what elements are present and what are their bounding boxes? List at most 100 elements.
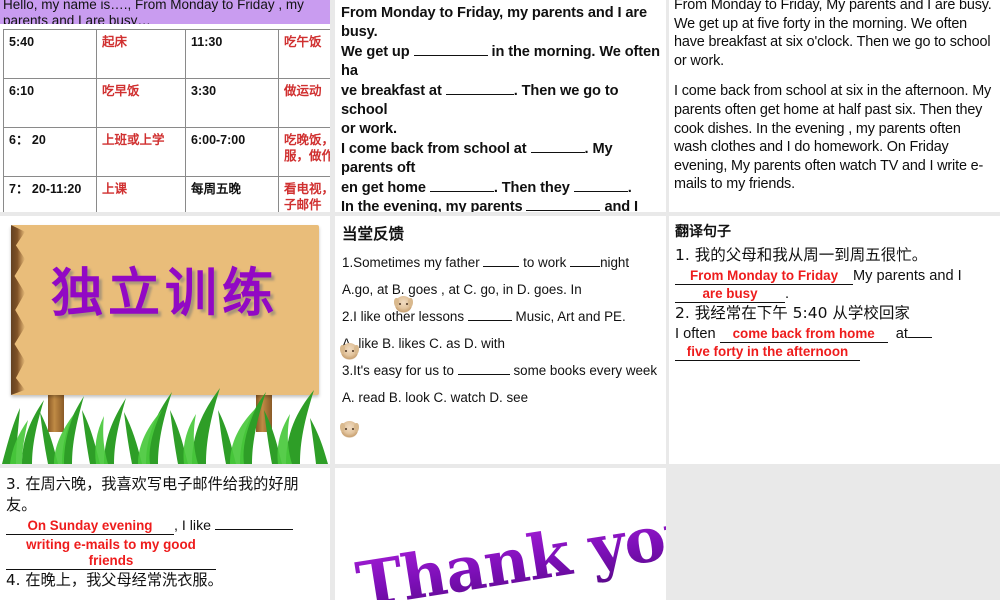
cell-time-1: 6： 20 bbox=[3, 127, 97, 177]
full-text-body: From Monday to Friday, My parents and I … bbox=[669, 0, 1000, 194]
question-stem: to work bbox=[523, 255, 567, 270]
slide-translate-sentences-2[interactable]: 3. 在周六晚，我喜欢写电子邮件给我的好朋友。 On Sunday evenin… bbox=[0, 468, 330, 600]
question-stem: 1.Sometimes my father bbox=[342, 255, 480, 270]
text-fragment: . bbox=[785, 286, 790, 302]
text-fragment: I come back from school at bbox=[341, 140, 527, 157]
answer-line-6: writing e-mails to my good friends bbox=[6, 537, 324, 570]
cell-activity-1: 上课 bbox=[96, 176, 186, 212]
wood-sign-illustration: 独立训练 bbox=[0, 216, 330, 464]
translate-heading: 翻译句子 bbox=[675, 224, 731, 240]
table-row: 6:10 吃早饭 3:30 做运动 bbox=[3, 78, 330, 128]
text-fragment: en get home bbox=[341, 179, 426, 196]
text-fragment: . bbox=[627, 179, 632, 196]
cell-time-2: 11:30 bbox=[185, 29, 279, 79]
slide-fill-in-blanks[interactable]: From Monday to Friday, my parents and I … bbox=[335, 0, 666, 212]
cell-activity-2: 做运动 bbox=[278, 78, 330, 128]
answer-line-1: From Monday to Friday My parents and I bbox=[675, 267, 995, 285]
answer-line-5: On Sunday evening, I like bbox=[6, 518, 324, 535]
question-1: 1.Sometimes my father to work night bbox=[342, 254, 660, 272]
question-3: 3.It's easy for us to some books every w… bbox=[342, 362, 660, 380]
feedback-heading: 当堂反馈 bbox=[342, 225, 405, 243]
translate-body-2: 3. 在周六晚，我喜欢写电子邮件给我的好朋友。 On Sunday evenin… bbox=[0, 468, 330, 591]
table-row: 5:40 起床 11:30 吃午饭 bbox=[3, 29, 330, 79]
blank-line[interactable] bbox=[483, 266, 520, 267]
paragraph-2: I come back from school at six in the af… bbox=[674, 83, 992, 193]
answer-blank[interactable]: writing e-mails to my good friends bbox=[6, 537, 216, 570]
sign-title: 独立训练 bbox=[50, 263, 279, 324]
blank-line[interactable] bbox=[573, 190, 628, 192]
slide-class-feedback[interactable]: 当堂反馈 1.Sometimes my father to work night… bbox=[335, 216, 666, 464]
answer-blank[interactable]: come back from home bbox=[719, 325, 888, 343]
slide-empty-placeholder bbox=[669, 468, 1000, 600]
question-2: 2.I like other lessons Music, Art and PE… bbox=[342, 308, 660, 326]
text-fragment: In the evening, my parents bbox=[341, 199, 523, 212]
grass-icon bbox=[2, 388, 328, 464]
fill-in-paragraph: From Monday to Friday, my parents and I … bbox=[335, 0, 666, 212]
text-fragment: and I bbox=[604, 199, 638, 212]
text-fragment: My parents and I bbox=[853, 268, 962, 284]
text-fragment: at bbox=[895, 326, 908, 342]
paragraph-1: From Monday to Friday, My parents and I … bbox=[674, 0, 992, 69]
blank-line[interactable] bbox=[530, 151, 585, 153]
question-stem: Music, Art and PE. bbox=[515, 309, 626, 324]
options-1: A.go, at B. goes , at C. go, in D. goes.… bbox=[342, 282, 582, 297]
options-3: A. read B. look C. watch D. see bbox=[342, 390, 529, 405]
cell-time-2: 每周五晚 bbox=[185, 176, 279, 212]
question-stem: some books every week bbox=[513, 363, 658, 378]
options-2: A. like B. likes C. as D. with bbox=[342, 336, 505, 351]
slide-greeting[interactable]: Hello, my name is…., From Monday to Frid… bbox=[0, 0, 330, 212]
grass-decoration bbox=[0, 382, 330, 464]
slide-full-text[interactable]: From Monday to Friday, My parents and I … bbox=[669, 0, 1000, 212]
fill-line-1: From Monday to Friday, my parents and I … bbox=[341, 5, 648, 41]
text-fragment: , I like bbox=[174, 518, 212, 534]
greeting-banner: Hello, my name is…., From Monday to Frid… bbox=[0, 0, 330, 24]
blank-line[interactable] bbox=[215, 529, 294, 530]
answer-blank[interactable]: are busy bbox=[675, 285, 785, 303]
chinese-sentence-2: 2. 我经常在下午 5:40 从学校回家 bbox=[675, 304, 910, 322]
text-fragment: . Then they bbox=[493, 179, 570, 196]
cell-time-1: 7： 20-11:20 bbox=[3, 176, 97, 212]
answer-line-3: I often come back from home at bbox=[675, 325, 995, 343]
answer-line-4: five forty in the afternoon bbox=[675, 343, 995, 361]
blank-line[interactable] bbox=[413, 54, 488, 56]
chinese-sentence-4: 4. 在晚上，我父母经常洗衣服。 bbox=[6, 571, 223, 589]
puppy-icon bbox=[340, 421, 359, 438]
slide-independent-practice[interactable]: 独立训练 bbox=[0, 216, 330, 464]
blank-line[interactable] bbox=[570, 266, 601, 267]
cell-activity-2: 吃午饭 bbox=[278, 29, 330, 79]
text-fragment: ve breakfast at bbox=[341, 82, 442, 99]
answer-blank[interactable]: On Sunday evening bbox=[6, 518, 174, 535]
blank-line[interactable] bbox=[457, 374, 510, 375]
chinese-sentence-3: 3. 在周六晚，我喜欢写电子邮件给我的好朋友。 bbox=[6, 475, 299, 514]
cell-activity-2: 吃晚饭，洗衣服，做作业 bbox=[278, 127, 330, 177]
question-stem: 2.I like other lessons bbox=[342, 309, 465, 324]
daily-routine-table: 5:40 起床 11:30 吃午饭 6:10 吃早饭 3:30 做运动 6： 2… bbox=[3, 29, 330, 212]
blank-line[interactable] bbox=[526, 210, 601, 212]
fill-line-3: ve breakfast at . Then we go to school bbox=[341, 82, 660, 121]
slide-thumbnail-grid: Hello, my name is…., From Monday to Frid… bbox=[0, 0, 1000, 600]
blank-line[interactable] bbox=[907, 337, 932, 338]
answer-line-2: are busy. bbox=[675, 285, 995, 303]
chinese-sentence-1: 1. 我的父母和我从周一到周五很忙。 bbox=[675, 246, 928, 264]
fill-line-5: I come back from school at . My parents … bbox=[341, 140, 660, 179]
slide-translate-sentences-1[interactable]: 翻译句子 1. 我的父母和我从周一到周五很忙。 From Monday to F… bbox=[669, 216, 1000, 464]
thank-you-text: Thank you! bbox=[352, 490, 666, 600]
cell-time-2: 3:30 bbox=[185, 78, 279, 128]
answer-blank[interactable]: From Monday to Friday bbox=[675, 267, 853, 285]
blank-line[interactable] bbox=[445, 93, 514, 95]
cell-time-2: 6:00-7:00 bbox=[185, 127, 279, 177]
fill-line-4: or work. bbox=[341, 121, 397, 138]
blank-line[interactable] bbox=[429, 190, 494, 192]
text-fragment: I often bbox=[675, 326, 716, 342]
slide-thank-you[interactable]: Thank you! bbox=[335, 468, 666, 600]
fill-line-7: In the evening, my parents and I bbox=[341, 198, 660, 212]
fill-line-6: en get home . Then they . bbox=[341, 179, 660, 198]
translate-body: 翻译句子 1. 我的父母和我从周一到周五很忙。 From Monday to F… bbox=[669, 216, 1000, 361]
question-stem: 3.It's easy for us to bbox=[342, 363, 454, 378]
cell-activity-2: 看电视，写电子邮件 bbox=[278, 176, 330, 212]
feedback-body: 当堂反馈 1.Sometimes my father to work night… bbox=[335, 216, 666, 407]
cell-activity-1: 起床 bbox=[96, 29, 186, 79]
text-fragment: We get up bbox=[341, 43, 410, 60]
blank-line[interactable] bbox=[467, 320, 512, 321]
answer-blank[interactable]: five forty in the afternoon bbox=[675, 343, 860, 361]
